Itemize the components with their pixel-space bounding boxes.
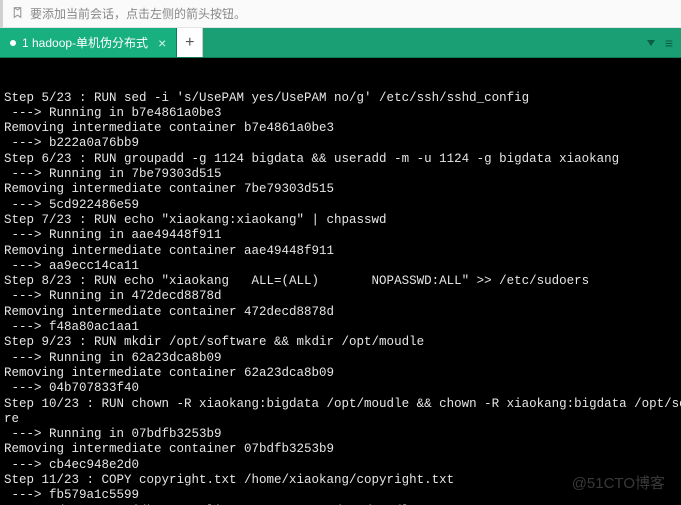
tab-label: 1 hadoop-单机伪分布式 bbox=[22, 34, 148, 51]
plus-icon: + bbox=[185, 34, 194, 52]
hint-text: 要添加当前会话，点击左侧的箭头按钮。 bbox=[30, 5, 246, 22]
close-icon[interactable]: × bbox=[158, 36, 166, 50]
tab-status-dot bbox=[10, 40, 16, 46]
menu-icon[interactable]: ≡ bbox=[665, 36, 673, 50]
terminal-output[interactable]: Step 5/23 : RUN sed -i 's/UsePAM yes/Use… bbox=[0, 58, 681, 505]
add-tab-button[interactable]: + bbox=[177, 28, 203, 57]
tab-hadoop-single[interactable]: 1 hadoop-单机伪分布式 × bbox=[0, 28, 177, 57]
dropdown-icon[interactable] bbox=[647, 40, 655, 46]
hint-bar: 要添加当前会话，点击左侧的箭头按钮。 bbox=[0, 0, 681, 28]
tab-strip-actions: ≡ bbox=[647, 28, 681, 57]
bookmark-icon bbox=[11, 6, 24, 22]
tab-strip: 1 hadoop-单机伪分布式 × + ≡ bbox=[0, 28, 681, 58]
terminal-lines: Step 5/23 : RUN sed -i 's/UsePAM yes/Use… bbox=[4, 91, 677, 505]
